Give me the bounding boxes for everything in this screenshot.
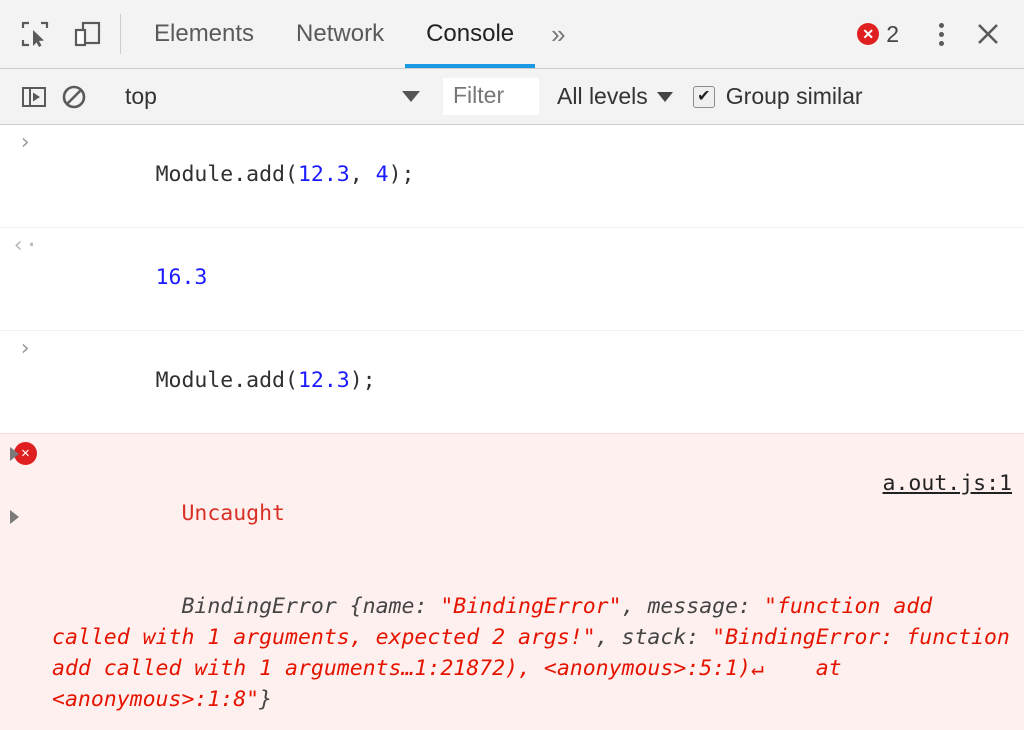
tabbar-right-controls: ✕ 2 <box>849 0 1024 68</box>
kebab-dot <box>939 32 944 37</box>
chevron-down-icon <box>657 92 673 102</box>
tab-network-label: Network <box>296 20 384 48</box>
more-tabs-icon[interactable]: » <box>535 0 581 68</box>
error-header-text: Uncaught <box>181 501 285 526</box>
console-error-row[interactable]: ✕ a.out.js:1 Uncaught BindingError {name… <box>0 433 1024 730</box>
code-token-number: 4 <box>376 162 389 187</box>
object-token-string: "BindingError" <box>440 594 621 619</box>
console-filter-bar: top Filter All levels ✔ Group similar <box>0 69 1024 125</box>
filter-input[interactable]: Filter <box>443 78 539 115</box>
code-token: Module.add( <box>156 162 298 187</box>
console-output-row[interactable]: ‹· 16.3 <box>0 227 1024 330</box>
checkbox-icon[interactable]: ✔ <box>693 86 715 108</box>
tabbar-left-icons <box>0 0 108 68</box>
devtools-tabbar: Elements Network Console » ✕ 2 <box>0 0 1024 69</box>
kebab-dot <box>939 41 944 46</box>
kebab-menu-icon[interactable] <box>924 13 958 55</box>
code-token: ); <box>350 368 376 393</box>
log-level-label: All levels <box>557 83 648 110</box>
console-message-list[interactable]: › Module.add(12.3, 4); ‹· 16.3 › Module.… <box>0 125 1024 730</box>
output-chevron-icon: ‹· <box>0 228 50 261</box>
object-token: , message: <box>622 594 764 619</box>
error-glyph: ✕ <box>862 27 874 41</box>
tab-console-label: Console <box>426 20 514 48</box>
object-token: , stack: <box>596 625 713 650</box>
device-toolbar-icon[interactable] <box>66 13 108 55</box>
filter-placeholder: Filter <box>453 82 504 108</box>
tab-network[interactable]: Network <box>275 0 405 68</box>
tab-elements[interactable]: Elements <box>133 0 275 68</box>
clear-console-icon[interactable] <box>54 77 94 117</box>
panel-tabs: Elements Network Console » <box>133 0 582 68</box>
code-token: Module.add( <box>156 368 298 393</box>
error-count-badge[interactable]: ✕ 2 <box>849 21 907 48</box>
kebab-dot <box>939 23 944 28</box>
console-input-text: Module.add(12.3, 4); <box>0 129 1024 222</box>
code-token: , <box>350 162 376 187</box>
group-similar-label: Group similar <box>726 83 863 110</box>
input-chevron-icon: › <box>0 331 50 364</box>
chevron-right-icon: › <box>18 129 31 158</box>
console-input-row[interactable]: › Module.add(12.3); <box>0 330 1024 433</box>
result-value: 16.3 <box>156 265 208 290</box>
check-glyph: ✔ <box>697 89 710 105</box>
object-expand-triangle-icon[interactable] <box>10 510 19 524</box>
chevron-down-icon <box>402 91 420 102</box>
group-similar-toggle[interactable]: ✔ Group similar <box>693 83 863 110</box>
expand-triangle-icon[interactable] <box>10 447 19 461</box>
devtools-window: Elements Network Console » ✕ 2 <box>0 0 1024 730</box>
object-token: } <box>259 687 272 712</box>
more-tabs-label: » <box>551 19 565 50</box>
console-sidebar-icon[interactable] <box>14 77 54 117</box>
tabbar-divider <box>120 14 121 54</box>
object-token: BindingError {name: <box>181 594 440 619</box>
log-level-select[interactable]: All levels <box>557 83 673 110</box>
error-count-label: 2 <box>886 21 899 48</box>
code-token-number: 12.3 <box>298 368 350 393</box>
console-input-text: Module.add(12.3); <box>0 335 1024 428</box>
error-circle-icon: ✕ <box>857 23 879 45</box>
execution-context-value: top <box>125 83 157 110</box>
inspect-element-icon[interactable] <box>14 13 56 55</box>
execution-context-select[interactable]: top <box>111 83 426 110</box>
close-icon[interactable] <box>966 12 1010 56</box>
tab-console[interactable]: Console <box>405 0 535 68</box>
error-header-line: a.out.js:1 Uncaught <box>52 438 1012 562</box>
error-object-preview: BindingError {name: "BindingError", mess… <box>52 561 1012 730</box>
code-token-number: 12.3 <box>298 162 350 187</box>
console-output-text: 16.3 <box>0 232 1024 325</box>
chevron-left-icon: ‹· <box>12 232 39 261</box>
chevron-right-icon: › <box>18 335 31 364</box>
console-input-row[interactable]: › Module.add(12.3, 4); <box>0 125 1024 227</box>
source-link[interactable]: a.out.js:1 <box>883 469 1012 500</box>
input-chevron-icon: › <box>0 125 50 158</box>
code-token: ); <box>389 162 415 187</box>
tab-elements-label: Elements <box>154 20 254 48</box>
error-body: a.out.js:1 Uncaught BindingError {name: … <box>0 438 1024 730</box>
